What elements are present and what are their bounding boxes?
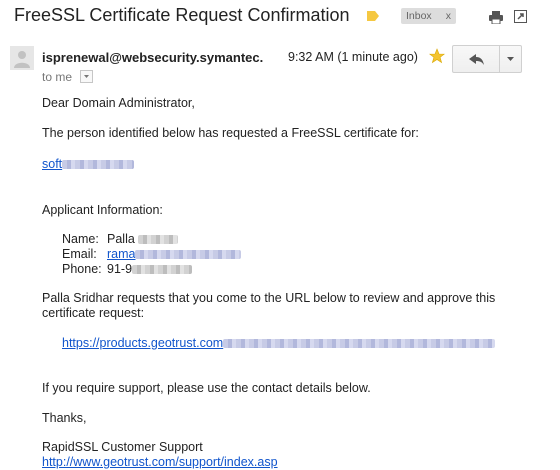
name-label: Name: (62, 232, 99, 246)
request-text-line1: Palla Sridhar requests that you come to … (42, 291, 496, 305)
redacted-url (223, 339, 496, 349)
support-url-link[interactable]: http://www.geotrust.com/support/index.as… (42, 455, 278, 469)
phone-label: Phone: (62, 262, 102, 276)
message-actions (452, 45, 522, 73)
requested-domain[interactable]: soft (42, 157, 135, 171)
email-link[interactable]: rama (107, 247, 135, 261)
greeting: Dear Domain Administrator, (42, 96, 195, 110)
applicant-email-row: Email: rama (62, 247, 242, 261)
redacted-email (135, 250, 242, 260)
sender-address[interactable]: isprenewal@websecurity.symantec. (42, 50, 263, 65)
domain-link[interactable]: soft (42, 157, 62, 171)
approval-link[interactable]: https://products.geotrust.com (62, 336, 223, 350)
inbox-label-chip[interactable]: Inbox x (401, 8, 456, 24)
redacted-domain (62, 160, 135, 170)
open-in-new-window-icon[interactable] (514, 10, 527, 23)
approval-url[interactable]: https://products.geotrust.com (62, 336, 496, 350)
applicant-name-row: Name: Palla (62, 232, 179, 246)
more-options-button[interactable] (500, 46, 521, 72)
support-text: If you require support, please use the c… (42, 381, 371, 395)
email-label: Email: (62, 247, 97, 261)
phone-value: 91-9 (107, 262, 133, 276)
redacted-phone (132, 265, 193, 275)
redacted-name (138, 235, 179, 245)
reply-button[interactable] (453, 46, 500, 72)
reply-icon (469, 54, 484, 65)
details-caret-icon[interactable] (80, 70, 93, 83)
sender-avatar (10, 46, 34, 70)
message-timestamp: 9:32 AM (1 minute ago) (288, 50, 418, 64)
applicant-heading: Applicant Information: (42, 203, 163, 217)
remove-label-icon[interactable]: x (446, 10, 451, 22)
star-icon[interactable] (429, 48, 445, 64)
request-text-line2: certificate request: (42, 306, 145, 320)
thanks-text: Thanks, (42, 411, 87, 425)
recipient-line: to me (42, 70, 73, 84)
person-icon (14, 51, 30, 68)
intro-text: The person identified below has requeste… (42, 126, 419, 140)
label-tag-icon[interactable] (367, 11, 379, 21)
applicant-phone-row: Phone: 91-9 (62, 262, 193, 276)
more-dropdown-icon (507, 57, 514, 61)
inbox-label-text: Inbox (406, 10, 432, 22)
name-value: Palla (107, 232, 135, 246)
print-icon[interactable] (489, 11, 503, 24)
email-subject: FreeSSL Certificate Request Confirmation (14, 5, 350, 25)
signature: RapidSSL Customer Support (42, 440, 203, 454)
